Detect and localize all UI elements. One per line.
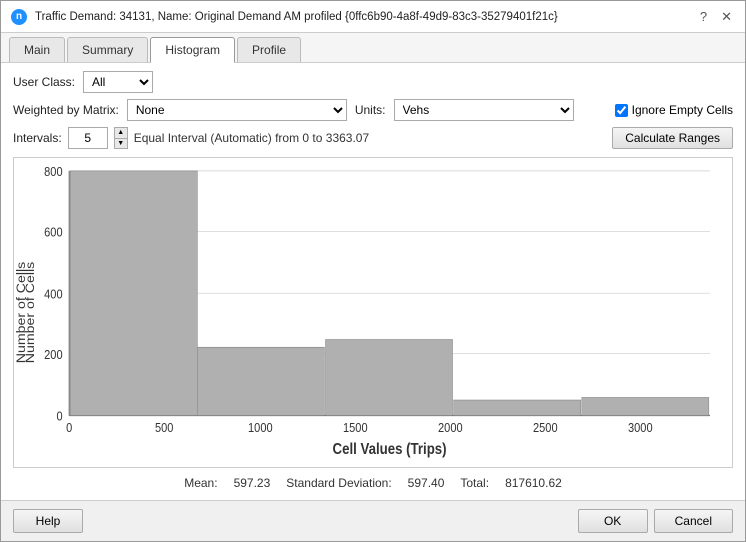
svg-text:0: 0 [56, 409, 62, 424]
matrix-select[interactable]: None [127, 99, 347, 121]
svg-text:2500: 2500 [533, 420, 558, 435]
help-title-btn[interactable]: ? [697, 9, 710, 25]
matrix-label: Weighted by Matrix: [13, 103, 119, 117]
intervals-input[interactable] [68, 127, 108, 149]
bar-1 [70, 171, 197, 416]
user-class-row: User Class: All [13, 71, 733, 93]
spin-down-btn[interactable]: ▼ [115, 139, 127, 149]
total-label: Total: [460, 476, 489, 490]
title-controls: ? ✕ [697, 9, 735, 25]
tab-histogram[interactable]: Histogram [150, 37, 235, 63]
stats-row: Mean: 597.23 Standard Deviation: 597.40 … [13, 474, 733, 492]
spin-controls: ▲ ▼ [114, 127, 128, 149]
intervals-label: Intervals: [13, 131, 62, 145]
svg-text:2000: 2000 [438, 420, 463, 435]
intervals-row: Intervals: ▲ ▼ Equal Interval (Automatic… [13, 127, 733, 149]
histogram-chart: Number of Cells 0 200 400 600 [14, 158, 732, 467]
bar-3 [326, 340, 453, 416]
footer: Help OK Cancel [1, 500, 745, 541]
svg-text:Number of Cells: Number of Cells [23, 261, 37, 363]
window-title: Traffic Demand: 34131, Name: Original De… [35, 11, 689, 23]
svg-text:3000: 3000 [628, 420, 653, 435]
cancel-button[interactable]: Cancel [654, 509, 733, 533]
spin-up-btn[interactable]: ▲ [115, 128, 127, 139]
ignore-empty-cells-row: Ignore Empty Cells [615, 103, 733, 117]
user-class-select[interactable]: All [83, 71, 153, 93]
tab-main[interactable]: Main [9, 37, 65, 62]
user-class-label: User Class: [13, 75, 75, 89]
mean-label: Mean: [184, 476, 217, 490]
svg-text:0: 0 [66, 420, 72, 435]
ok-button[interactable]: OK [578, 509, 648, 533]
calculate-ranges-btn[interactable]: Calculate Ranges [612, 127, 733, 149]
bar-5 [582, 397, 709, 415]
svg-text:1000: 1000 [248, 420, 273, 435]
content-area: User Class: All Weighted by Matrix: None… [1, 63, 745, 500]
svg-text:600: 600 [44, 225, 63, 240]
matrix-units-row: Weighted by Matrix: None Units: Vehs Ign… [13, 99, 733, 121]
title-bar: n Traffic Demand: 34131, Name: Original … [1, 1, 745, 33]
app-icon: n [11, 9, 27, 25]
bar-2 [197, 347, 324, 415]
interval-info: Equal Interval (Automatic) from 0 to 336… [134, 131, 369, 145]
ignore-empty-cells-label[interactable]: Ignore Empty Cells [632, 103, 733, 117]
total-value: 817610.62 [505, 476, 562, 490]
tab-summary[interactable]: Summary [67, 37, 148, 62]
close-title-btn[interactable]: ✕ [718, 9, 735, 25]
footer-right: OK Cancel [578, 509, 733, 533]
tab-profile[interactable]: Profile [237, 37, 301, 62]
tabs-row: Main Summary Histogram Profile [1, 33, 745, 63]
svg-text:200: 200 [44, 347, 63, 362]
units-label: Units: [355, 103, 386, 117]
std-dev-value: 597.40 [408, 476, 445, 490]
svg-text:Cell Values (Trips): Cell Values (Trips) [333, 441, 447, 458]
mean-value: 597.23 [234, 476, 271, 490]
std-dev-label: Standard Deviation: [286, 476, 391, 490]
svg-text:800: 800 [44, 164, 63, 179]
svg-text:400: 400 [44, 287, 63, 302]
units-select[interactable]: Vehs [394, 99, 574, 121]
ignore-empty-cells-checkbox[interactable] [615, 104, 628, 117]
bar-4 [454, 400, 581, 415]
main-window: n Traffic Demand: 34131, Name: Original … [0, 0, 746, 542]
chart-area: Number of Cells 0 200 400 600 [13, 157, 733, 468]
svg-text:500: 500 [155, 420, 174, 435]
svg-text:1500: 1500 [343, 420, 368, 435]
help-button[interactable]: Help [13, 509, 83, 533]
